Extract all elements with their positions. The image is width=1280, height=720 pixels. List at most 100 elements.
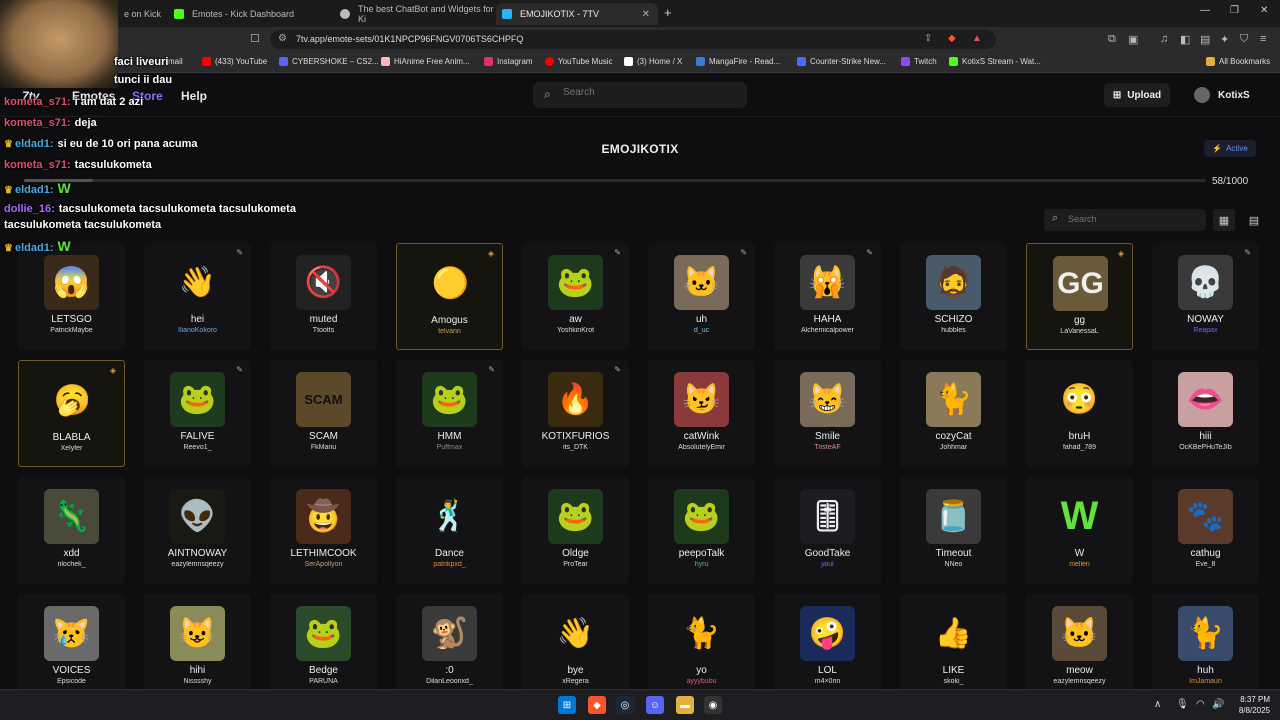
emote-card[interactable]: 😿 VOICES Epsicode (18, 594, 125, 689)
emote-card[interactable]: SCAM SCAM FkManu (270, 360, 377, 467)
emote-author[interactable]: SerApollyon (270, 561, 377, 568)
emote-card[interactable]: 👋 ✎ hei IlianoKokoro (144, 243, 251, 350)
emote-card[interactable]: 👍 LIKE skoki_ (900, 594, 1007, 689)
grid-view-button[interactable]: ▦ (1213, 209, 1235, 231)
emote-author[interactable]: Ttootts (270, 327, 377, 334)
emote-author[interactable]: fahad_789 (1026, 444, 1133, 451)
minimize-icon[interactable]: — (1200, 5, 1210, 16)
emote-card[interactable]: 🤪 LOL m4×0nn (774, 594, 881, 689)
emote-author[interactable]: LaVanessaL (1027, 328, 1132, 335)
tab-chatbot[interactable]: The best ChatBot and Widgets for Ki (334, 3, 494, 25)
emote-author[interactable]: Reevo1_ (144, 444, 251, 451)
bookmark-mail[interactable]: mail (168, 57, 183, 66)
nav-help[interactable]: Help (181, 89, 207, 103)
emote-card[interactable]: 🔥 ✎ KOTIXFURIOS its_DTK (522, 360, 629, 467)
emote-card[interactable]: 🙀 ✎ HAHA Alchemicalpower (774, 243, 881, 350)
emote-card[interactable]: 🐸 Oldge ProTear (522, 477, 629, 584)
tab-7tv[interactable]: EMOJIKOTIX - 7TV ✕ (496, 3, 658, 25)
bookmark-youtube-music[interactable]: YouTube Music (545, 57, 613, 66)
emote-author[interactable]: mellen (1026, 561, 1133, 568)
bookmark-hianime[interactable]: HiAnime Free Anim... (381, 57, 470, 66)
vpn-icon[interactable]: ⛉ (1240, 33, 1248, 46)
edit-icon[interactable]: ✎ (236, 248, 243, 257)
emote-card[interactable]: 🥱 ◈ BLABLA Xelyfer (18, 360, 125, 467)
brave-rewards-icon[interactable]: ▲ (972, 33, 982, 44)
emote-author[interactable]: Epsicode (18, 678, 125, 685)
emote-card[interactable]: GG ◈ gg LaVanessaL (1026, 243, 1133, 350)
emote-author[interactable]: Xelyfer (19, 445, 124, 452)
edit-icon[interactable]: ✎ (614, 365, 621, 374)
media-icon[interactable]: ♫ (1160, 33, 1168, 45)
url-field[interactable]: ⚙ 7tv.app/emote-sets/01K1NPCP96FNGV0706T… (270, 30, 996, 49)
edit-icon[interactable]: ✎ (866, 248, 873, 257)
emote-card[interactable]: 🔇 muted Ttootts (270, 243, 377, 350)
active-emote-icon[interactable]: ◈ (1118, 249, 1124, 258)
tab-kick-dashboard[interactable]: Emotes - Kick Dashboard (168, 3, 332, 25)
emote-card[interactable]: 😼 catWink AbsolutelyEmir (648, 360, 755, 467)
edit-icon[interactable]: ✎ (1244, 248, 1251, 257)
emote-card[interactable]: 👽 AINTNOWAY eazylemnsqeezy (144, 477, 251, 584)
emote-card[interactable]: 😸 Smile TristeAF (774, 360, 881, 467)
edit-icon[interactable]: ✎ (740, 248, 747, 257)
bookmark-youtube[interactable]: (433) YouTube (202, 57, 267, 66)
bookmark-cybershoke[interactable]: CYBERSHOKE – CS2... (279, 57, 379, 66)
emote-author[interactable]: Reapax (1152, 327, 1259, 334)
site-search[interactable]: ⌕ (533, 82, 747, 108)
emote-author[interactable]: PatrickMaybe (18, 327, 125, 334)
new-tab-button[interactable]: + (664, 5, 672, 20)
emote-author[interactable]: m4×0nn (774, 678, 881, 685)
emote-author[interactable]: IlianoKokoro (144, 327, 251, 334)
edit-icon[interactable]: ✎ (236, 365, 243, 374)
emote-author[interactable]: Alchemicalpower (774, 327, 881, 334)
emote-card[interactable]: 💀 ✎ NOWAY Reapax (1152, 243, 1259, 350)
close-window-icon[interactable]: ✕ (1260, 5, 1268, 16)
emote-author[interactable]: jaiul (774, 561, 881, 568)
emote-author[interactable]: PARUNA (270, 678, 377, 685)
emote-author[interactable]: eazylemnsqeezy (1026, 678, 1133, 685)
file-explorer-icon[interactable]: ▬ (676, 696, 694, 714)
emote-card[interactable]: 😳 bruH fahad_789 (1026, 360, 1133, 467)
emote-card[interactable]: 🐈 cozyCat Johhmar (900, 360, 1007, 467)
wifi-icon[interactable]: ◠ (1196, 699, 1205, 710)
emote-card[interactable]: 🐸 peepoTalk hyru (648, 477, 755, 584)
bookmark-mangafire[interactable]: MangaFire - Read... (696, 57, 780, 66)
user-menu[interactable]: KotixS (1194, 87, 1250, 103)
emote-card[interactable]: 🐾 cathug Eve_8 (1152, 477, 1259, 584)
emote-author[interactable]: Puffmax (396, 444, 503, 451)
active-emote-icon[interactable]: ◈ (110, 366, 116, 375)
emote-author[interactable]: patrikpxd_ (396, 561, 503, 568)
emote-card[interactable]: 🐸 Bedge PARUNA (270, 594, 377, 689)
emote-card[interactable]: 🐸 ✎ FALIVE Reevo1_ (144, 360, 251, 467)
site-settings-icon[interactable]: ⚙ (278, 33, 287, 44)
all-bookmarks[interactable]: All Bookmarks (1206, 57, 1270, 66)
brave-icon[interactable]: ◆ (588, 696, 606, 714)
clock[interactable]: 8:37 PM 8/8/2025 (1228, 694, 1270, 716)
close-tab-icon[interactable]: ✕ (642, 9, 650, 20)
emote-card[interactable]: 🧔 SCHIZO hubbles (900, 243, 1007, 350)
emote-card[interactable]: W Wmellen (1026, 477, 1133, 584)
emote-author[interactable]: its_DTK (522, 444, 629, 451)
extensions-icon[interactable]: ⧉ (1108, 33, 1116, 46)
emote-author[interactable]: Nisssshy (144, 678, 251, 685)
emote-card[interactable]: 🟡 ◈ Amogus telvann (396, 243, 503, 350)
emote-author[interactable]: skoki_ (900, 678, 1007, 685)
bookmark-instagram[interactable]: Instagram (484, 57, 533, 66)
emote-author[interactable]: telvann (397, 328, 502, 335)
start-icon[interactable]: ⊞ (558, 696, 576, 714)
obs-icon[interactable]: ◉ (704, 696, 722, 714)
emote-author[interactable]: YoshkinKrot (522, 327, 629, 334)
edit-icon[interactable]: ✎ (488, 365, 495, 374)
emote-author[interactable]: AbsolutelyEmir (648, 444, 755, 451)
emote-author[interactable]: OcKBePHuTeJIb (1152, 444, 1259, 451)
emote-card[interactable]: 😱 LETSGO PatrickMaybe (18, 243, 125, 350)
emote-card[interactable]: 🎚 GoodTake jaiul (774, 477, 881, 584)
emote-author[interactable]: ProTear (522, 561, 629, 568)
bookmark-icon[interactable]: ☐ (250, 32, 260, 45)
emote-card[interactable]: 😺 hihi Nisssshy (144, 594, 251, 689)
emote-author[interactable]: FkManu (270, 444, 377, 451)
emote-author[interactable]: xRegera (522, 678, 629, 685)
tab-kick[interactable]: e on Kick (118, 3, 168, 25)
compact-view-button[interactable]: ▤ (1243, 209, 1265, 231)
emote-author[interactable]: NNeo (900, 561, 1007, 568)
screenshot-icon[interactable]: ▣ (1128, 33, 1138, 46)
